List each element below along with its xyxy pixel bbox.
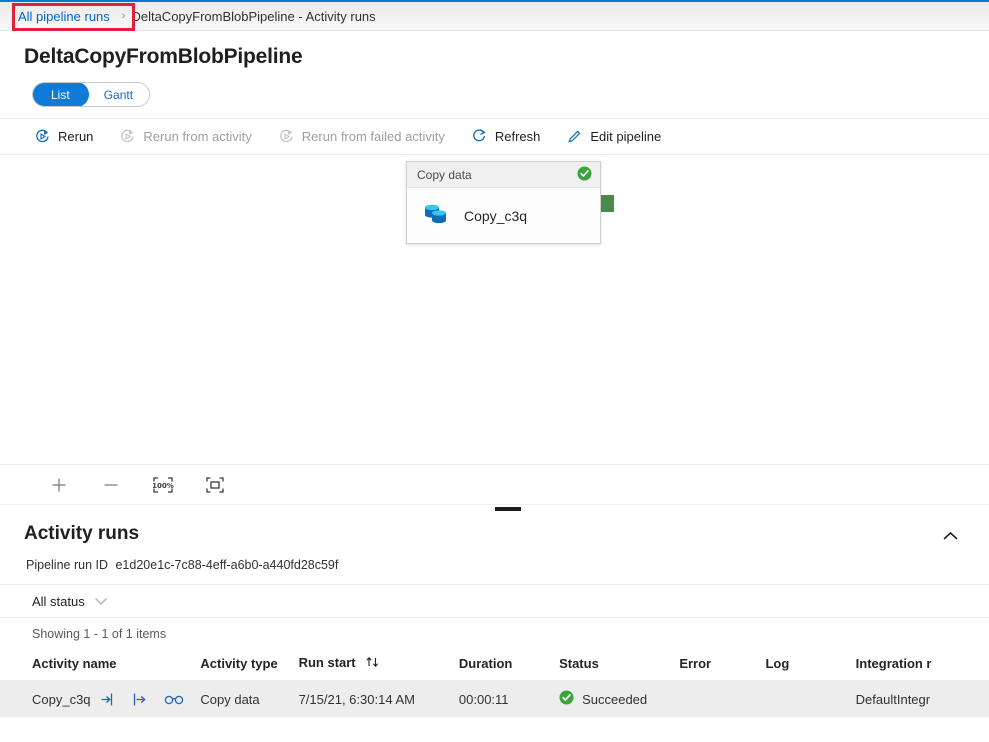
edit-pencil-icon [566, 128, 583, 145]
activity-name-label: Copy_c3q [464, 207, 528, 224]
column-header-integration-runtime[interactable]: Integration r [855, 649, 989, 681]
column-header-activity-name[interactable]: Activity name [0, 649, 201, 681]
refresh-label: Refresh [494, 129, 541, 144]
tab-list[interactable]: List [33, 83, 89, 106]
command-bar: Rerun Rerun from activity Rerun from fai… [0, 118, 989, 155]
refresh-icon [471, 128, 488, 145]
table-header-row: Activity name Activity type Run start Du… [0, 649, 989, 681]
collapse-panel-button[interactable] [935, 523, 965, 549]
status-filter-dropdown[interactable]: All status [32, 594, 108, 609]
svg-text:100%: 100% [152, 482, 174, 490]
fit-to-screen-button[interactable] [198, 470, 232, 500]
zoom-out-button[interactable] [94, 470, 128, 500]
activity-card-header: Copy data [407, 162, 600, 188]
rerun-from-failed-activity-label: Rerun from failed activity [301, 129, 445, 144]
breadcrumb: All pipeline runs › DeltaCopyFromBlobPip… [0, 2, 989, 31]
cell-activity-type: Copy data [200, 680, 299, 717]
column-header-run-start[interactable]: Run start [298, 649, 459, 681]
status-badge: Succeeded [559, 690, 679, 708]
panel-splitter[interactable] [0, 504, 989, 513]
rerun-icon [34, 128, 51, 145]
column-header-error[interactable]: Error [679, 649, 766, 681]
edit-pipeline-label: Edit pipeline [590, 129, 662, 144]
input-icon[interactable] [98, 691, 115, 708]
activity-card-copy-data[interactable]: Copy data Copy_c3q [406, 161, 601, 244]
cell-status: Succeeded [559, 680, 680, 717]
breadcrumb-all-pipeline-runs-link[interactable]: All pipeline runs [14, 7, 114, 26]
showing-count: Showing 1 - 1 of 1 items [32, 627, 167, 641]
status-text: Succeeded [582, 691, 648, 707]
activity-runs-panel: Activity runs Pipeline run ID e1d20e1c-7… [0, 513, 989, 717]
pipeline-run-id-label: Pipeline run ID [26, 558, 108, 572]
copy-data-database-icon [421, 199, 451, 232]
sort-arrows-icon [365, 656, 380, 671]
tab-gantt[interactable]: Gantt [88, 83, 149, 106]
cell-run-start: 7/15/21, 6:30:14 AM [298, 680, 459, 717]
status-filter-label: All status [32, 593, 85, 609]
column-header-status[interactable]: Status [559, 649, 680, 681]
column-header-log[interactable]: Log [765, 649, 856, 681]
activity-type-label: Copy data [417, 167, 472, 182]
cell-log [765, 680, 856, 717]
splitter-drag-handle[interactable] [495, 507, 521, 511]
cell-duration: 00:00:11 [458, 680, 560, 717]
output-icon[interactable] [131, 691, 148, 708]
activity-runs-title: Activity runs [24, 523, 140, 544]
rerun-from-activity-icon [119, 128, 136, 145]
success-check-icon [559, 690, 574, 708]
canvas-zoom-controls: 100% [0, 464, 989, 504]
column-header-activity-type[interactable]: Activity type [200, 649, 299, 681]
cell-activity-name: Copy_c3q [0, 680, 201, 717]
rerun-from-failed-activity-button: Rerun from failed activity [278, 128, 445, 145]
rerun-from-activity-button: Rerun from activity [119, 128, 252, 145]
column-header-duration[interactable]: Duration [458, 649, 560, 681]
edit-pipeline-button[interactable]: Edit pipeline [566, 128, 661, 145]
activity-card-body: Copy_c3q [407, 188, 600, 243]
cell-error [679, 680, 766, 717]
breadcrumb-current-page: DeltaCopyFromBlobPipeline - Activity run… [131, 8, 376, 24]
cell-integration-runtime: DefaultIntegr [855, 680, 989, 717]
activity-name-text: Copy_c3q [32, 691, 91, 707]
view-toggle: List Gantt [0, 69, 989, 107]
rerun-from-failed-activity-icon [278, 128, 295, 145]
breadcrumb-separator-icon: › [121, 10, 126, 22]
filter-bar: All status [0, 584, 989, 618]
activity-output-connector[interactable] [601, 195, 614, 212]
details-glasses-icon[interactable] [164, 693, 184, 706]
rerun-from-activity-label: Rerun from activity [143, 129, 252, 144]
activity-runs-table: Activity name Activity type Run start Du… [0, 649, 989, 717]
chevron-down-icon [94, 594, 108, 609]
page-title: DeltaCopyFromBlobPipeline [24, 45, 303, 68]
zoom-in-button[interactable] [42, 470, 76, 500]
rerun-label: Rerun [58, 129, 94, 144]
reset-zoom-button[interactable]: 100% [146, 470, 180, 500]
table-row[interactable]: Copy_c3q Copy data 7/15/21, 6:30:14 AM 0… [0, 680, 989, 717]
pipeline-run-id-value: e1d20e1c-7c88-4eff-a6b0-a440fd28c59f [115, 558, 339, 572]
rerun-button[interactable]: Rerun [34, 128, 93, 145]
success-check-icon [577, 166, 592, 184]
pipeline-run-id: Pipeline run ID e1d20e1c-7c88-4eff-a6b0-… [0, 549, 989, 572]
refresh-button[interactable]: Refresh [471, 128, 541, 145]
pipeline-canvas[interactable]: Copy data Copy_c3q [0, 155, 989, 464]
